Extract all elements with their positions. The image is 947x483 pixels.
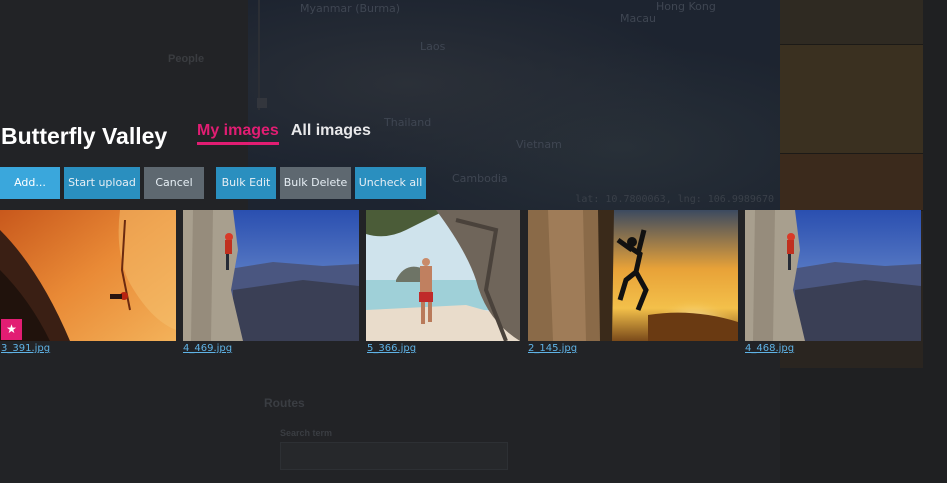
map-label-hongkong: Hong Kong xyxy=(656,0,716,13)
bulk-delete-button[interactable]: Bulk Delete xyxy=(280,167,351,199)
image-thumbnail[interactable] xyxy=(0,210,176,341)
page-title: Butterfly Valley xyxy=(1,123,168,149)
climbing-photo xyxy=(366,210,520,341)
map-label-cambodia: Cambodia xyxy=(452,172,508,185)
map-label-thailand: Thailand xyxy=(384,116,432,129)
image-filename-link[interactable]: 4_468.jpg xyxy=(745,343,794,354)
map-coords: lat: 10.7800063, lng: 106.9989670 xyxy=(575,194,774,205)
climbing-photo xyxy=(183,210,359,341)
tab-my-images[interactable]: My images xyxy=(197,122,279,145)
image-filename-link[interactable]: 2_145.jpg xyxy=(528,343,577,354)
add-button[interactable]: Add... xyxy=(0,167,60,199)
climbing-photo xyxy=(745,210,921,341)
background-search-label: Search term xyxy=(280,428,333,438)
image-filename-link[interactable]: 3_391.jpg xyxy=(1,343,50,354)
image-thumbnail[interactable] xyxy=(745,210,921,341)
image-tabs: My images All images xyxy=(197,122,371,145)
image-filename-link[interactable]: 5_366.jpg xyxy=(367,343,416,354)
background-people-label: People xyxy=(168,53,205,65)
bulk-edit-button[interactable]: Bulk Edit xyxy=(216,167,276,199)
climbing-photo xyxy=(0,210,176,341)
tab-all-images[interactable]: All images xyxy=(291,122,371,145)
background-search-input xyxy=(280,442,508,470)
map-label-laos: Laos xyxy=(420,40,446,53)
map-label-myanmar: Myanmar (Burma) xyxy=(300,2,401,15)
image-thumbnail[interactable] xyxy=(183,210,359,341)
climbing-photo xyxy=(528,210,738,341)
background-map-zoom xyxy=(257,0,272,110)
image-thumbnail[interactable] xyxy=(528,210,738,341)
map-label-macau: Macau xyxy=(620,12,656,25)
cancel-button[interactable]: Cancel xyxy=(144,167,204,199)
start-upload-button[interactable]: Start upload xyxy=(64,167,140,199)
image-filename-link[interactable]: 4_469.jpg xyxy=(183,343,232,354)
map-label-vietnam: Vietnam xyxy=(516,138,562,151)
uncheck-all-button[interactable]: Uncheck all xyxy=(355,167,426,199)
image-thumbnail[interactable] xyxy=(366,210,520,341)
background-routes-label: Routes xyxy=(264,396,305,410)
featured-star-icon[interactable]: ★ xyxy=(1,319,22,340)
